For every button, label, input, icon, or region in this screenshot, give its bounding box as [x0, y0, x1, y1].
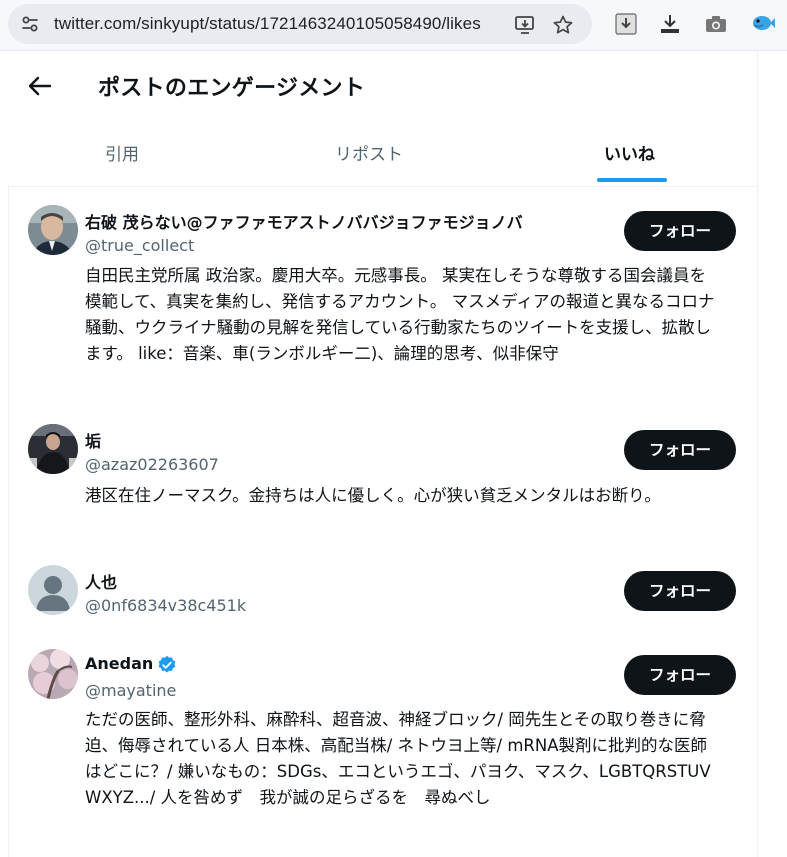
tab-reposts[interactable]: リポスト — [335, 140, 403, 165]
user-name[interactable]: 人也 — [85, 569, 117, 593]
default-avatar-icon[interactable] — [28, 565, 78, 615]
user-bio: 港区在住ノーマスク。金持ちは人に優しく。心が狭い貧乏メンタルはお断り。 — [85, 486, 661, 505]
user-name[interactable]: Anedan — [85, 654, 177, 675]
site-settings-icon[interactable] — [20, 14, 40, 34]
extension-download-icon[interactable] — [614, 12, 638, 36]
tab-quotes[interactable]: 引用 — [105, 140, 139, 165]
bookmark-star-icon[interactable] — [552, 14, 574, 36]
extension-fish-icon[interactable] — [750, 10, 776, 36]
verified-badge-icon — [158, 655, 176, 672]
follow-button[interactable]: フォロー — [624, 571, 736, 611]
user-name-text[interactable]: Anedan — [85, 654, 153, 673]
user-handle[interactable]: @azaz02263607 — [85, 455, 219, 474]
avatar[interactable] — [28, 424, 78, 474]
column-divider — [757, 51, 758, 857]
user-bio: 自田民主党所属 政治家。慶用大卒。元感事長。 某実在しそうな尊敬する国会議員を模… — [85, 266, 715, 363]
page-title: ポストのエンゲージメント — [98, 76, 366, 101]
engagement-tabs: 引用 リポスト いいね — [8, 130, 757, 187]
browser-toolbar: twitter.com/sinkyupt/status/172146324010… — [0, 0, 787, 51]
user-handle[interactable]: @true_collect — [85, 236, 194, 255]
follow-button[interactable]: フォロー — [624, 655, 736, 695]
follow-button[interactable]: フォロー — [624, 430, 736, 470]
user-handle[interactable]: @0nf6834v38c451k — [85, 596, 246, 615]
tab-likes[interactable]: いいね — [604, 140, 655, 165]
active-tab-indicator — [597, 178, 667, 182]
user-bio: ただの医師、整形外科、麻酔科、超音波、神経ブロック/ 岡先生とその取り巻きに脅迫… — [85, 710, 711, 807]
address-bar[interactable]: twitter.com/sinkyupt/status/172146324010… — [8, 4, 592, 44]
avatar[interactable] — [28, 649, 78, 699]
user-name[interactable]: 右破 茂らない@ファファモアストノババジョファモジョノバ — [85, 209, 523, 233]
back-arrow-icon[interactable] — [26, 72, 54, 100]
download-icon[interactable] — [658, 12, 682, 36]
install-app-icon[interactable] — [514, 14, 536, 36]
url-text[interactable]: twitter.com/sinkyupt/status/172146324010… — [54, 14, 481, 34]
user-handle[interactable]: @mayatine — [85, 681, 176, 700]
follow-button[interactable]: フォロー — [624, 211, 736, 251]
column-divider-left — [8, 186, 9, 857]
camera-icon[interactable] — [704, 12, 728, 36]
avatar[interactable] — [28, 205, 78, 255]
user-name[interactable]: 垢 — [85, 428, 101, 452]
